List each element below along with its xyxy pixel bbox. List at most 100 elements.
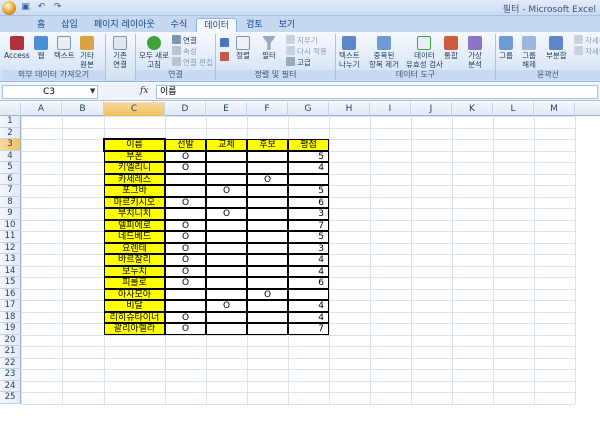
- web-button[interactable]: 웹: [34, 36, 48, 60]
- name-cell[interactable]: 마르키시오: [104, 196, 165, 208]
- table-cell[interactable]: [206, 173, 247, 185]
- ungroup-button[interactable]: 그룹 해제: [522, 36, 536, 69]
- table-cell[interactable]: O: [247, 288, 288, 300]
- table-cell[interactable]: [288, 288, 329, 300]
- table-cell[interactable]: [247, 254, 288, 266]
- table-cell[interactable]: [247, 311, 288, 323]
- table-cell[interactable]: [247, 185, 288, 197]
- table-cell[interactable]: 5: [288, 185, 329, 197]
- table-cell[interactable]: O: [165, 242, 206, 254]
- connections-button[interactable]: 연결: [172, 35, 197, 45]
- row-header-4[interactable]: 4: [0, 150, 21, 162]
- table-cell[interactable]: O: [206, 208, 247, 220]
- table-cell[interactable]: 4: [288, 265, 329, 277]
- table-cell[interactable]: O: [247, 173, 288, 185]
- row-header-10[interactable]: 10: [0, 219, 21, 231]
- what-if-button[interactable]: 가상 분석: [468, 36, 482, 69]
- table-cell[interactable]: [288, 173, 329, 185]
- table-cell[interactable]: O: [165, 219, 206, 231]
- table-cell[interactable]: [165, 173, 206, 185]
- row-header-11[interactable]: 11: [0, 231, 21, 243]
- sort-az-button[interactable]: [220, 38, 231, 48]
- office-button[interactable]: [2, 1, 16, 15]
- name-cell[interactable]: 델피에로: [104, 219, 165, 231]
- name-cell[interactable]: 부폰: [104, 150, 165, 162]
- table-cell[interactable]: O: [206, 185, 247, 197]
- table-cell[interactable]: [206, 196, 247, 208]
- table-cell[interactable]: [206, 265, 247, 277]
- table-cell[interactable]: O: [165, 311, 206, 323]
- table-cell[interactable]: O: [165, 265, 206, 277]
- tab-formulas[interactable]: 수식: [164, 18, 195, 32]
- table-cell[interactable]: [206, 150, 247, 162]
- undo-icon[interactable]: ↶: [35, 1, 48, 14]
- edit-links-button[interactable]: 연결 편집: [172, 57, 213, 67]
- table-cell[interactable]: O: [165, 277, 206, 289]
- table-cell[interactable]: [206, 254, 247, 266]
- sort-za-button[interactable]: [220, 52, 231, 62]
- row-header-2[interactable]: 2: [0, 127, 21, 139]
- table-cell[interactable]: [247, 323, 288, 335]
- table-header-cell[interactable]: 교체: [206, 139, 247, 151]
- row-header-20[interactable]: 20: [0, 334, 21, 346]
- sort-button[interactable]: 정렬: [236, 36, 250, 60]
- name-cell[interactable]: 괄리아렐라: [104, 323, 165, 335]
- name-cell[interactable]: 리히슈타이너: [104, 311, 165, 323]
- redo-icon[interactable]: ↷: [51, 1, 64, 14]
- name-cell[interactable]: 요렌테: [104, 242, 165, 254]
- table-cell[interactable]: 7: [288, 323, 329, 335]
- table-cell[interactable]: [247, 300, 288, 312]
- table-cell[interactable]: O: [165, 323, 206, 335]
- advanced-button[interactable]: 고급: [286, 57, 311, 67]
- table-header-cell[interactable]: 후보: [247, 139, 288, 151]
- subtotal-button[interactable]: 부분합: [546, 36, 567, 60]
- name-box[interactable]: C3: [2, 85, 98, 99]
- formula-input[interactable]: 이름: [156, 85, 598, 99]
- consolidate-button[interactable]: 통합: [444, 36, 458, 60]
- name-cell[interactable]: 부치니치: [104, 208, 165, 220]
- table-cell[interactable]: [206, 162, 247, 174]
- row-header-22[interactable]: 22: [0, 357, 21, 369]
- table-cell[interactable]: [247, 208, 288, 220]
- table-cell[interactable]: 3: [288, 208, 329, 220]
- table-cell[interactable]: [165, 300, 206, 312]
- table-cell[interactable]: 3: [288, 242, 329, 254]
- tab-insert[interactable]: 삽입: [54, 18, 85, 32]
- column-header-d[interactable]: D: [165, 102, 206, 116]
- table-cell[interactable]: [247, 196, 288, 208]
- row-header-25[interactable]: 25: [0, 392, 21, 404]
- table-cell[interactable]: [247, 277, 288, 289]
- table-cell[interactable]: [247, 242, 288, 254]
- text-to-columns-button[interactable]: 텍스트 나누기: [339, 36, 360, 69]
- hide-detail-button[interactable]: 자세히: [574, 46, 600, 56]
- refresh-all-button[interactable]: 모두 새로 고침: [139, 36, 169, 69]
- table-cell[interactable]: 7: [288, 219, 329, 231]
- table-header-cell[interactable]: 이름: [104, 139, 165, 151]
- table-cell[interactable]: [165, 288, 206, 300]
- tab-data[interactable]: 데이터: [196, 18, 238, 32]
- tab-home[interactable]: 홈: [30, 18, 52, 32]
- show-detail-button[interactable]: 자세히: [574, 35, 600, 45]
- row-header-3[interactable]: 3: [0, 139, 21, 151]
- row-header-5[interactable]: 5: [0, 162, 21, 174]
- table-cell[interactable]: O: [165, 150, 206, 162]
- table-cell[interactable]: [165, 185, 206, 197]
- row-header-8[interactable]: 8: [0, 196, 21, 208]
- column-header-c[interactable]: C: [104, 102, 165, 116]
- properties-button[interactable]: 속성: [172, 46, 197, 56]
- tab-page-layout[interactable]: 페이지 레이아웃: [87, 18, 162, 32]
- table-cell[interactable]: [206, 219, 247, 231]
- row-header-23[interactable]: 23: [0, 369, 21, 381]
- table-cell[interactable]: [206, 231, 247, 243]
- name-cell[interactable]: 네드베드: [104, 231, 165, 243]
- name-cell[interactable]: 비달: [104, 300, 165, 312]
- group-button[interactable]: 그룹: [499, 36, 513, 60]
- row-header-19[interactable]: 19: [0, 323, 21, 335]
- row-header-13[interactable]: 13: [0, 254, 21, 266]
- row-header-16[interactable]: 16: [0, 288, 21, 300]
- row-header-1[interactable]: 1: [0, 116, 21, 128]
- table-cell[interactable]: [165, 208, 206, 220]
- name-cell[interactable]: 아사모아: [104, 288, 165, 300]
- other-sources-button[interactable]: 기타 원본: [80, 36, 94, 69]
- table-cell[interactable]: 6: [288, 196, 329, 208]
